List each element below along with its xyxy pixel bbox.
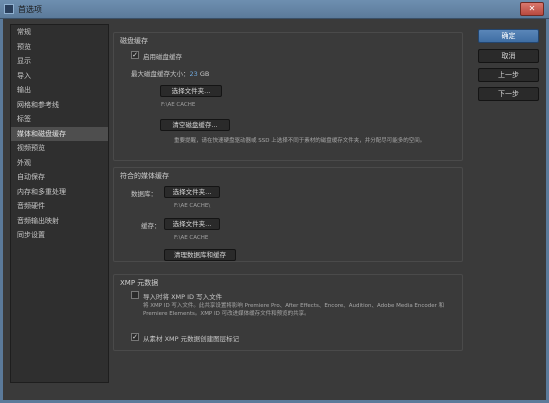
cache-label: 缓存：: [141, 222, 161, 230]
enable-disk-cache-label: 启用磁盘缓存: [143, 53, 182, 61]
conformed-media-group: 符合的媒体缓存 数据库： 选择文件夹... F:\AE CACHE\ 缓存： 选…: [113, 167, 463, 262]
sidebar-item-output[interactable]: 输出: [11, 83, 108, 98]
choose-media-cache-folder-button[interactable]: 选择文件夹...: [164, 218, 220, 230]
create-layer-markers-label: 从素材 XMP 元数据创建图层标记: [143, 335, 240, 343]
clean-database-cache-button[interactable]: 清理数据库和缓存: [164, 249, 236, 261]
xmp-metadata-title: XMP 元数据: [120, 279, 159, 287]
sidebar-item-audio-hardware[interactable]: 音频硬件: [11, 199, 108, 214]
cancel-button[interactable]: 取消: [478, 49, 539, 63]
preferences-sidebar: 常规 预览 显示 导入 输出 网格和参考线 标签 媒体和磁盘缓存 视频预览 外观…: [10, 24, 109, 383]
sidebar-item-labels[interactable]: 标签: [11, 112, 108, 127]
database-path: F:\AE CACHE\: [174, 203, 211, 209]
sidebar-item-display[interactable]: 显示: [11, 54, 108, 69]
clear-disk-cache-button[interactable]: 清空磁盘缓存...: [160, 119, 230, 131]
max-cache-size-value[interactable]: 23: [190, 70, 198, 78]
disk-cache-title: 磁盘缓存: [120, 37, 148, 45]
title-bar: 首选项 ✕: [0, 0, 549, 19]
sidebar-item-sync-settings[interactable]: 同步设置: [11, 228, 108, 243]
sidebar-item-memory[interactable]: 内存和多重处理: [11, 185, 108, 200]
xmp-note: 将 XMP ID 写入文件。此共享设置将影响 Premiere Pro、Afte…: [143, 303, 445, 317]
sidebar-item-grids-guides[interactable]: 网格和参考线: [11, 98, 108, 113]
close-button[interactable]: ✕: [520, 2, 544, 16]
sidebar-item-previews[interactable]: 预览: [11, 40, 108, 55]
sidebar-item-media-disk-cache[interactable]: 媒体和磁盘缓存: [11, 126, 108, 141]
sidebar-item-audio-output-mapping[interactable]: 音频输出映射: [11, 214, 108, 229]
cache-folder-path: F:\AE CACHE: [161, 102, 196, 108]
choose-cache-folder-button[interactable]: 选择文件夹...: [160, 85, 222, 97]
sidebar-item-appearance[interactable]: 外观: [11, 156, 108, 171]
app-icon: [4, 4, 14, 14]
write-xmp-id-label: 导入时将 XMP ID 写入文件: [143, 293, 223, 301]
choose-database-folder-button[interactable]: 选择文件夹...: [164, 186, 220, 198]
window-title: 首选项: [18, 5, 42, 14]
previous-button[interactable]: 上一步: [478, 68, 539, 82]
next-button[interactable]: 下一步: [478, 87, 539, 101]
media-cache-path: F:\AE CACHE: [174, 235, 209, 241]
enable-disk-cache-checkbox[interactable]: ✓: [131, 51, 139, 59]
disk-cache-group: 磁盘缓存 ✓ 启用磁盘缓存 最大磁盘缓存大小：23 GB 选择文件夹... F:…: [113, 32, 463, 161]
ok-button[interactable]: 确定: [478, 29, 539, 43]
database-label: 数据库：: [131, 190, 157, 198]
sidebar-item-import[interactable]: 导入: [11, 69, 108, 84]
max-cache-size-label: 最大磁盘缓存大小：23 GB: [131, 70, 210, 78]
disk-cache-note: 重要提醒，请在快速硬盘驱动器或 SSD 上选择不同于素材的磁盘缓存文件夹，并分配…: [174, 138, 426, 144]
sidebar-item-video-preview[interactable]: 视频预览: [11, 141, 108, 156]
sidebar-item-auto-save[interactable]: 自动保存: [11, 170, 108, 185]
create-layer-markers-checkbox[interactable]: ✓: [131, 333, 139, 341]
sidebar-item-general[interactable]: 常规: [11, 25, 108, 40]
xmp-metadata-group: XMP 元数据 导入时将 XMP ID 写入文件 将 XMP ID 写入文件。此…: [113, 274, 463, 351]
write-xmp-id-checkbox[interactable]: [131, 291, 139, 299]
conformed-media-title: 符合的媒体缓存: [120, 172, 169, 180]
